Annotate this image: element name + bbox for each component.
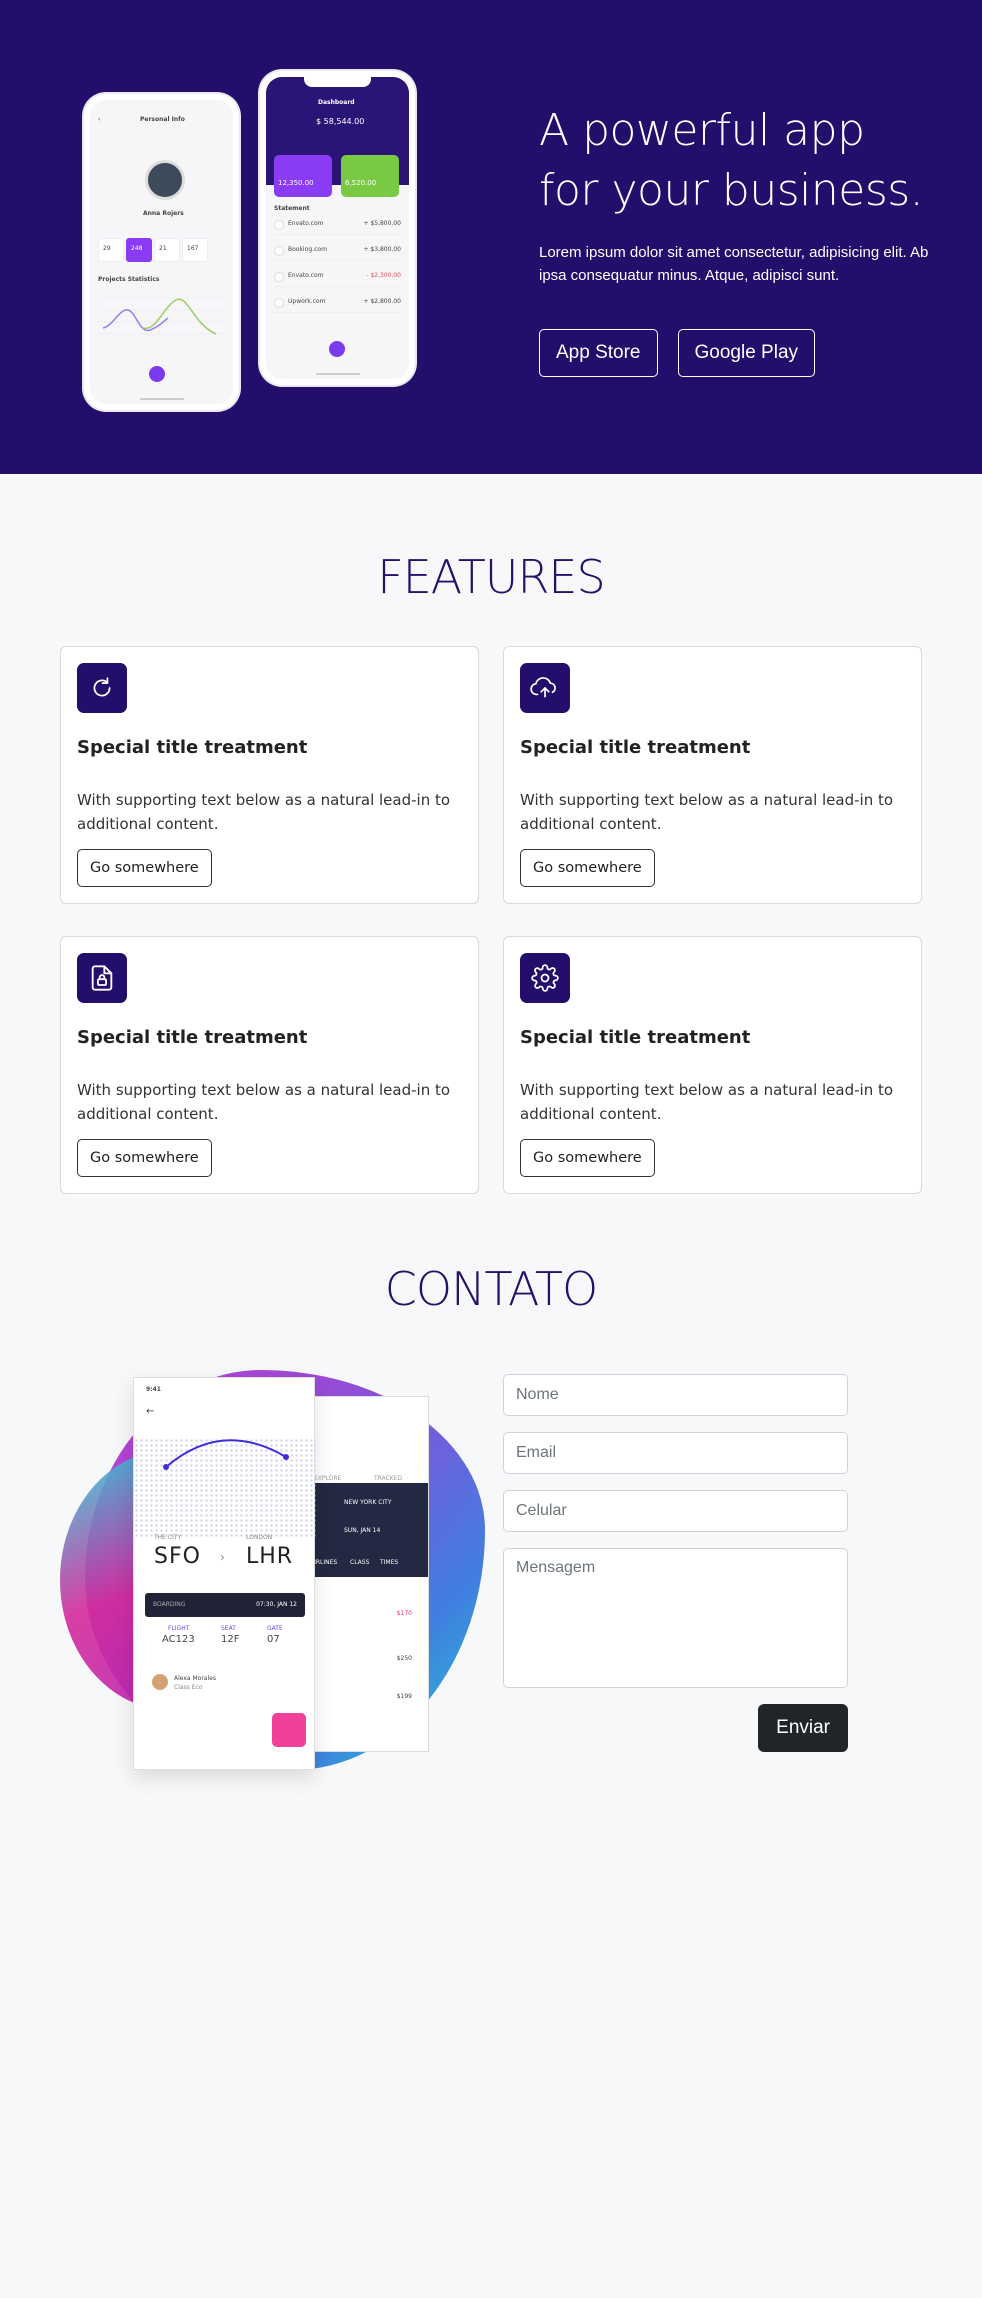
hero-copy: A powerful app for your business. Lorem … (539, 101, 959, 377)
card-text: With supporting text below as a natural … (77, 1081, 451, 1123)
from-code: SFO (154, 1544, 201, 1569)
stat-box: 248 (126, 238, 152, 262)
transaction-row: Envato.com + $5,800.00 (274, 217, 401, 235)
go-somewhere-button[interactable]: Go somewhere (520, 849, 655, 887)
stat-box: 21 (154, 238, 180, 262)
hero-section: ‹ Personal Info Anna Rojers 29 248 21 16… (0, 0, 982, 474)
card-text: With supporting text below as a natural … (520, 1081, 894, 1123)
message-textarea[interactable] (503, 1548, 848, 1688)
hero-title: A powerful app for your business. (539, 101, 959, 221)
flight-arc (163, 1439, 289, 1470)
mini-line-chart (98, 297, 223, 335)
cloud-upload-icon (520, 663, 570, 713)
submit-button[interactable]: Enviar (758, 1704, 848, 1752)
back-arrow-icon: ‹ (98, 116, 101, 123)
app-store-button[interactable]: App Store (539, 329, 658, 377)
stat-box: 167 (182, 238, 208, 262)
feature-card: Special title treatment With supporting … (503, 936, 922, 1194)
card-title: Special title treatment (77, 1027, 308, 1048)
to-code: LHR (246, 1544, 294, 1569)
qr-code-icon (272, 1713, 306, 1747)
card-title: Special title treatment (520, 1027, 751, 1048)
phone-notch (304, 77, 371, 87)
mini-card-purple: 12,350.00 (274, 155, 332, 197)
phone-mockup-profile: ‹ Personal Info Anna Rojers 29 248 21 16… (84, 94, 239, 410)
mockup-user-name: Anna Rojers (143, 210, 184, 217)
feature-card: Special title treatment With supporting … (60, 936, 479, 1194)
phone-screen: ‹ Personal Info Anna Rojers 29 248 21 16… (90, 100, 233, 404)
go-somewhere-button[interactable]: Go somewhere (77, 849, 212, 887)
card-text: With supporting text below as a natural … (77, 791, 451, 833)
transaction-row: Booking.com + $3,800.00 (274, 243, 401, 261)
card-title: Special title treatment (77, 737, 308, 758)
status-time: 9:41 (146, 1386, 161, 1393)
mockup-chart-title: Projects Statistics (98, 276, 160, 283)
phone-mockup-flights: EXPLORE TRACKED NEW YORK CITY SUN, JAN 1… (303, 1396, 429, 1752)
go-somewhere-button[interactable]: Go somewhere (77, 1139, 212, 1177)
transaction-row: Upwork.com + $2,800.00 (274, 295, 401, 313)
card-text: With supporting text below as a natural … (520, 791, 894, 833)
passenger-avatar (152, 1674, 168, 1690)
home-indicator (315, 373, 360, 375)
boarding-bar: BOARDING 07:30, JAN 12 (145, 1593, 305, 1617)
fab-button (149, 366, 165, 382)
mockup-title: Personal Info (140, 116, 185, 123)
feature-card: Special title treatment With supporting … (503, 646, 922, 904)
phone-input[interactable] (503, 1490, 848, 1532)
transaction-row: Envato.com - $2,300.00 (274, 269, 401, 287)
hero-description: Lorem ipsum dolor sit amet consectetur, … (539, 244, 929, 284)
go-somewhere-button[interactable]: Go somewhere (520, 1139, 655, 1177)
mockup-balance: $ 58,544.00 (316, 117, 365, 126)
card-title: Special title treatment (520, 737, 751, 758)
phone-mockup-boarding-pass: 9:41 ← THE CITY SFO › LONDON LHR BOARDIN… (133, 1377, 316, 1770)
search-band: NEW YORK CITY SUN, JAN 14 AIRLINES CLASS… (304, 1483, 428, 1577)
gear-icon (520, 953, 570, 1003)
file-lock-icon (77, 953, 127, 1003)
name-input[interactable] (503, 1374, 848, 1416)
avatar (145, 160, 185, 200)
store-buttons: App Store Google Play (539, 329, 816, 377)
phone-mockup-dashboard: Dashboard $ 58,544.00 12,350.00 6,520.00… (260, 71, 415, 385)
fab-button (329, 341, 345, 357)
hero-title-line1: A powerful app (539, 105, 865, 156)
home-indicator (139, 398, 184, 400)
hero-title-line2: for your business. (539, 165, 924, 216)
feature-card: Special title treatment With supporting … (60, 646, 479, 904)
mini-card-green: 6,520.00 (341, 155, 399, 197)
contact-form: Enviar (503, 1374, 848, 1752)
back-arrow-icon: ← (146, 1406, 155, 1417)
email-input[interactable] (503, 1432, 848, 1474)
contact-illustration: EXPLORE TRACKED NEW YORK CITY SUN, JAN 1… (60, 1370, 490, 1790)
statement-title: Statement (274, 205, 310, 212)
refresh-icon (77, 663, 127, 713)
google-play-button[interactable]: Google Play (677, 329, 816, 377)
phone-screen: Dashboard $ 58,544.00 12,350.00 6,520.00… (266, 77, 409, 379)
features-title: FEATURES (377, 550, 605, 604)
mockup-title: Dashboard (318, 99, 355, 106)
stat-box: 29 (98, 238, 124, 262)
contato-title: CONTATO (384, 1262, 598, 1316)
